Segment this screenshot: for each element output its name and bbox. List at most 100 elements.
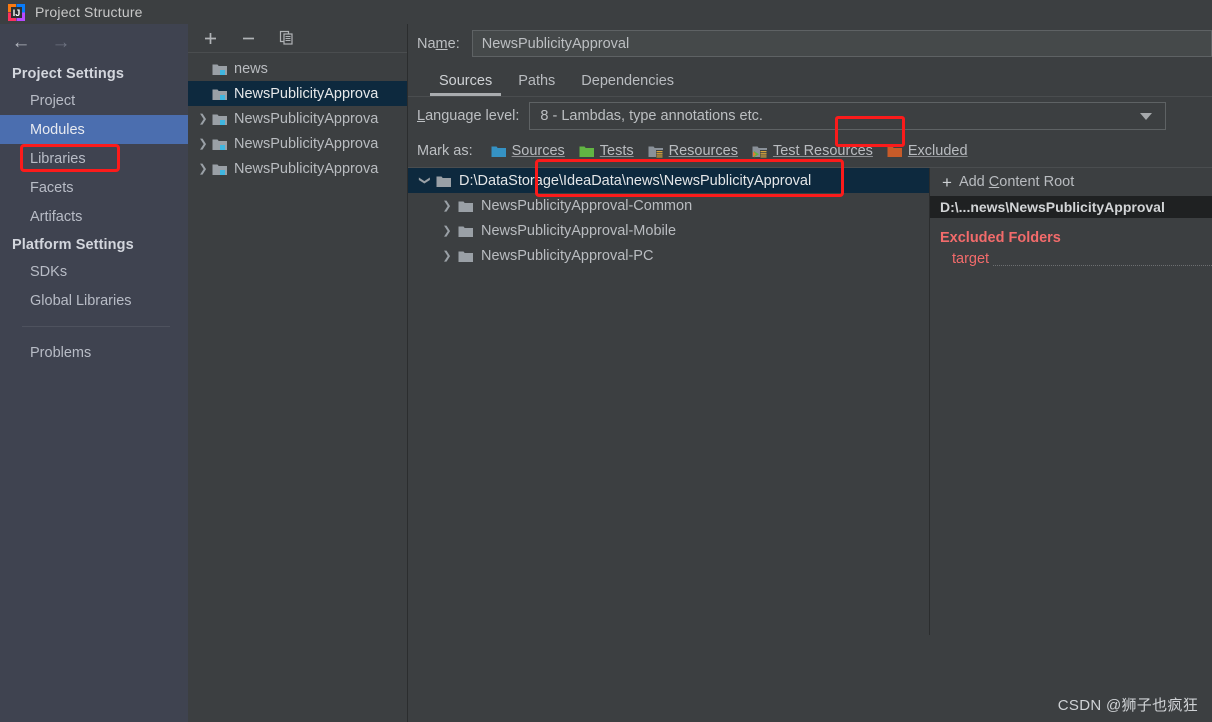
module-icon (212, 112, 228, 126)
folder-test-resources-icon (752, 144, 768, 158)
excluded-folders-title: Excluded Folders (940, 230, 1061, 246)
module-label: NewsPublicityApprova (234, 135, 379, 152)
modules-list: news NewsPublicityApprova ❯ NewsPublicit… (188, 53, 407, 181)
content-root-entry[interactable]: D:\...news\NewsPublicityApproval (930, 196, 1212, 218)
content-root-tree: ❯ D:\DataStorage\IdeaData\news\NewsPubli… (408, 168, 930, 635)
module-label: NewsPublicityApprova (234, 85, 379, 102)
sidebar-item-modules[interactable]: Modules (0, 115, 188, 144)
sidebar-item-sdks[interactable]: SDKs (0, 257, 188, 286)
sidebar-divider (22, 326, 170, 327)
module-row-4[interactable]: ❯ NewsPublicityApprova (188, 131, 407, 156)
module-tabs: Sources Paths Dependencies (408, 63, 1212, 97)
content-root-row[interactable]: ❯ D:\DataStorage\IdeaData\news\NewsPubli… (408, 168, 929, 193)
add-content-root-label: Add Content Root (958, 174, 1075, 190)
source-folder-label: NewsPublicityApproval-Common (481, 197, 693, 214)
source-folder-row-mobile[interactable]: ❯ NewsPublicityApproval-Mobile (408, 218, 929, 243)
settings-sidebar: ← → Project Settings Project Modules Lib… (0, 24, 188, 722)
module-row-news[interactable]: news (188, 56, 407, 81)
content-roots-panel: + Add Content Root D:\...news\NewsPublic… (930, 168, 1212, 635)
module-icon (212, 137, 228, 151)
folder-tests-icon (579, 144, 595, 158)
excluded-folder-dots (993, 253, 1212, 266)
mark-as-label: Mark as: (417, 143, 473, 159)
folder-excluded-icon (887, 144, 903, 158)
folder-icon (458, 224, 474, 238)
sidebar-item-global-libraries[interactable]: Global Libraries (0, 286, 188, 315)
sidebar-group-project-settings: Project Settings (12, 66, 124, 82)
module-name-label: Name: (417, 35, 460, 52)
mark-as-test-resources-label: Test Resources (772, 143, 873, 159)
plus-icon: + (942, 172, 952, 192)
remove-module-button[interactable] (239, 29, 258, 48)
tab-sources[interactable]: Sources (426, 73, 505, 96)
chevron-right-icon[interactable]: ❯ (194, 137, 212, 150)
chevron-right-icon[interactable]: ❯ (436, 224, 458, 237)
sources-lower-split: ❯ D:\DataStorage\IdeaData\news\NewsPubli… (408, 167, 1212, 635)
folder-icon (436, 174, 452, 188)
mark-as-tests-button[interactable]: Tests (579, 143, 634, 159)
arrow-left-icon[interactable]: ← (8, 31, 34, 53)
module-name-row: Name: NewsPublicityApproval (408, 24, 1212, 63)
mark-as-row: Mark as: Sources Tests Resources Test Re… (408, 135, 1212, 167)
source-folder-row-pc[interactable]: ❯ NewsPublicityApproval-PC (408, 243, 929, 268)
module-icon (212, 87, 228, 101)
add-content-root-button[interactable]: + Add Content Root (930, 168, 1212, 196)
module-name-input[interactable]: NewsPublicityApproval (471, 30, 1212, 57)
svg-text:IJ: IJ (13, 8, 21, 18)
excluded-folder-label: target (952, 251, 990, 267)
chevron-down-icon[interactable] (1140, 112, 1152, 120)
source-folder-label: NewsPublicityApproval-PC (481, 247, 654, 264)
dialog-body: ← → Project Settings Project Modules Lib… (0, 24, 1212, 722)
add-module-button[interactable] (201, 29, 220, 48)
tab-dependencies[interactable]: Dependencies (568, 73, 687, 96)
watermark: CSDN @狮子也疯狂 (1057, 697, 1198, 714)
module-label: NewsPublicityApprova (234, 110, 379, 127)
content-root-label: D:\DataStorage\IdeaData\news\NewsPublici… (459, 172, 812, 189)
window-title: Project Structure (35, 4, 143, 20)
mark-as-excluded-button[interactable]: Excluded (887, 143, 968, 159)
module-row-3[interactable]: ❯ NewsPublicityApprova (188, 106, 407, 131)
language-level-label: Language level: (417, 108, 520, 124)
folder-resources-icon (648, 144, 664, 158)
chevron-right-icon[interactable]: ❯ (436, 249, 458, 262)
sidebar-navigation: ← → (0, 24, 188, 60)
module-label: NewsPublicityApprova (234, 160, 379, 177)
mark-as-sources-button[interactable]: Sources (491, 143, 565, 159)
language-level-value: 8 - Lambdas, type annotations etc. (540, 108, 763, 124)
mark-as-sources-label: Sources (511, 143, 565, 159)
mark-as-resources-label: Resources (668, 143, 738, 159)
chevron-right-icon[interactable]: ❯ (194, 112, 212, 125)
chevron-right-icon[interactable]: ❯ (436, 199, 458, 212)
module-name-value: NewsPublicityApproval (481, 35, 630, 52)
module-details-pane: Name: NewsPublicityApproval Sources Path… (408, 24, 1212, 722)
sidebar-item-libraries[interactable]: Libraries (0, 144, 188, 173)
copy-module-button[interactable] (277, 29, 296, 48)
mark-as-resources-button[interactable]: Resources (648, 143, 738, 159)
window-titlebar: IJ Project Structure (0, 0, 1212, 24)
modules-toolbar (188, 24, 407, 53)
sidebar-item-problems[interactable]: Problems (0, 338, 188, 367)
module-row-5[interactable]: ❯ NewsPublicityApprova (188, 156, 407, 181)
mark-as-tests-label: Tests (599, 143, 634, 159)
arrow-right-icon[interactable]: → (48, 31, 74, 53)
mark-as-test-resources-button[interactable]: Test Resources (752, 143, 873, 159)
chevron-right-icon[interactable]: ❯ (194, 162, 212, 175)
sidebar-item-facets[interactable]: Facets (0, 173, 188, 202)
excluded-folder-item[interactable]: target (930, 248, 1212, 270)
language-level-row: Language level: 8 - Lambdas, type annota… (408, 97, 1212, 135)
mark-as-excluded-label: Excluded (907, 143, 968, 159)
tab-paths[interactable]: Paths (505, 73, 568, 96)
modules-list-panel: news NewsPublicityApprova ❯ NewsPublicit… (188, 24, 408, 722)
source-folder-row-common[interactable]: ❯ NewsPublicityApproval-Common (408, 193, 929, 218)
folder-icon (458, 199, 474, 213)
source-folder-label: NewsPublicityApproval-Mobile (481, 222, 677, 239)
module-icon (212, 162, 228, 176)
module-label: news (234, 60, 268, 77)
chevron-down-icon[interactable]: ❯ (419, 170, 432, 192)
sidebar-item-project[interactable]: Project (0, 86, 188, 115)
language-level-combobox[interactable]: 8 - Lambdas, type annotations etc. (529, 102, 1166, 130)
folder-icon (458, 249, 474, 263)
intellij-idea-logo-icon: IJ (8, 3, 25, 21)
sidebar-item-artifacts[interactable]: Artifacts (0, 202, 188, 231)
module-row-selected[interactable]: NewsPublicityApprova (188, 81, 407, 106)
